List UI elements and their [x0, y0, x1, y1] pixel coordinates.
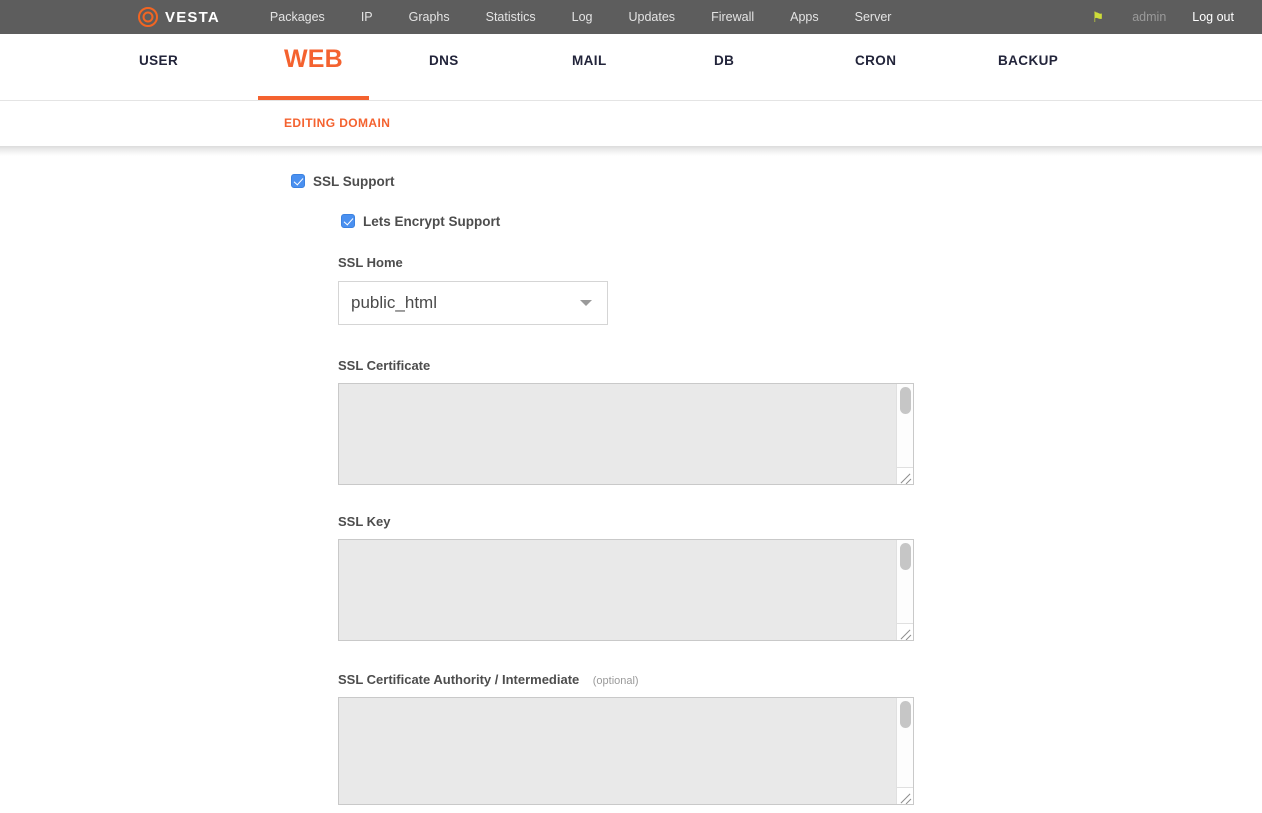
ssl-home-field: SSL Home public_html	[338, 254, 1262, 325]
header-shadow-divider	[0, 146, 1262, 156]
ssl-certificate-textarea[interactable]	[338, 383, 914, 485]
tab-cron-label: CRON	[855, 52, 897, 68]
top-nav-ip[interactable]: IP	[343, 0, 391, 34]
ssl-key-field: SSL Key	[338, 513, 1262, 641]
top-nav-packages[interactable]: Packages	[252, 0, 343, 34]
ssl-support-label[interactable]: SSL Support	[313, 174, 395, 189]
ssl-ca-optional-note: (optional)	[592, 675, 639, 687]
ssl-ca-label: SSL Certificate Authority / Intermediate	[338, 672, 580, 687]
tab-db[interactable]: DB	[714, 33, 734, 100]
resize-handle-icon[interactable]	[896, 787, 913, 804]
logout-link[interactable]: Log out	[1180, 0, 1246, 34]
top-nav-server[interactable]: Server	[837, 0, 910, 34]
ssl-home-selected-value: public_html	[351, 293, 437, 312]
vesta-ring-logo-icon	[138, 7, 158, 27]
brand-wordmark: VESTA	[165, 8, 220, 26]
chevron-down-icon	[580, 300, 592, 306]
bell-icon[interactable]: ⚑	[1078, 0, 1119, 34]
resize-handle-icon[interactable]	[896, 623, 913, 640]
resize-handle-icon[interactable]	[896, 467, 913, 484]
ssl-ca-textarea[interactable]	[338, 697, 914, 805]
ssl-support-row: SSL Support	[291, 170, 1262, 192]
top-nav-links: Packages IP Graphs Statistics Log Update…	[252, 0, 910, 34]
current-user-label[interactable]: admin	[1118, 0, 1180, 34]
scrollbar-thumb[interactable]	[900, 701, 911, 728]
ssl-home-select[interactable]: public_html	[338, 281, 608, 325]
top-navigation-bar: VESTA Packages IP Graphs Statistics Log …	[0, 0, 1262, 34]
tab-backup-label: BACKUP	[998, 52, 1059, 68]
scrollbar-thumb[interactable]	[900, 387, 911, 414]
main-tab-bar: USER WEB DNS MAIL DB CRON BACKUP	[0, 34, 1262, 101]
tab-dns[interactable]: DNS	[429, 33, 459, 100]
ssl-key-textarea[interactable]	[338, 539, 914, 641]
scrollbar-thumb[interactable]	[900, 543, 911, 570]
ssl-home-label: SSL Home	[338, 255, 403, 270]
ssl-key-label: SSL Key	[338, 514, 391, 529]
top-bar-right: ⚑ admin Log out	[1078, 0, 1262, 34]
domain-edit-form: SSL Support Lets Encrypt Support SSL Hom…	[0, 156, 1262, 805]
tab-dns-label: DNS	[429, 52, 459, 68]
lets-encrypt-checkbox[interactable]	[341, 214, 355, 228]
tab-web-label: WEB	[284, 45, 343, 73]
ssl-ca-field: SSL Certificate Authority / Intermediate…	[338, 671, 1262, 805]
sub-tab-bar: EDITING DOMAIN	[0, 101, 1262, 146]
top-nav-log[interactable]: Log	[554, 0, 611, 34]
top-nav-updates[interactable]: Updates	[611, 0, 694, 34]
ssl-ca-label-row: SSL Certificate Authority / Intermediate…	[338, 671, 1262, 689]
top-nav-firewall[interactable]: Firewall	[693, 0, 772, 34]
top-nav-statistics[interactable]: Statistics	[468, 0, 554, 34]
tab-backup[interactable]: BACKUP	[998, 33, 1058, 100]
top-nav-graphs[interactable]: Graphs	[391, 0, 468, 34]
tab-user[interactable]: USER	[139, 33, 178, 100]
editing-domain-label[interactable]: EDITING DOMAIN	[284, 116, 390, 130]
lets-encrypt-row: Lets Encrypt Support	[341, 210, 1262, 232]
top-nav-apps[interactable]: Apps	[772, 0, 837, 34]
tab-mail[interactable]: MAIL	[572, 33, 607, 100]
tab-user-label: USER	[139, 52, 179, 68]
vesta-logo[interactable]: VESTA	[138, 7, 220, 27]
tab-db-label: DB	[714, 52, 735, 68]
ssl-support-checkbox[interactable]	[291, 174, 305, 188]
tab-mail-label: MAIL	[572, 52, 607, 68]
tab-cron[interactable]: CRON	[855, 33, 896, 100]
lets-encrypt-label[interactable]: Lets Encrypt Support	[363, 214, 500, 229]
tab-web[interactable]: WEB	[258, 33, 369, 100]
ssl-certificate-label: SSL Certificate	[338, 358, 431, 373]
ssl-certificate-field: SSL Certificate	[338, 357, 1262, 485]
